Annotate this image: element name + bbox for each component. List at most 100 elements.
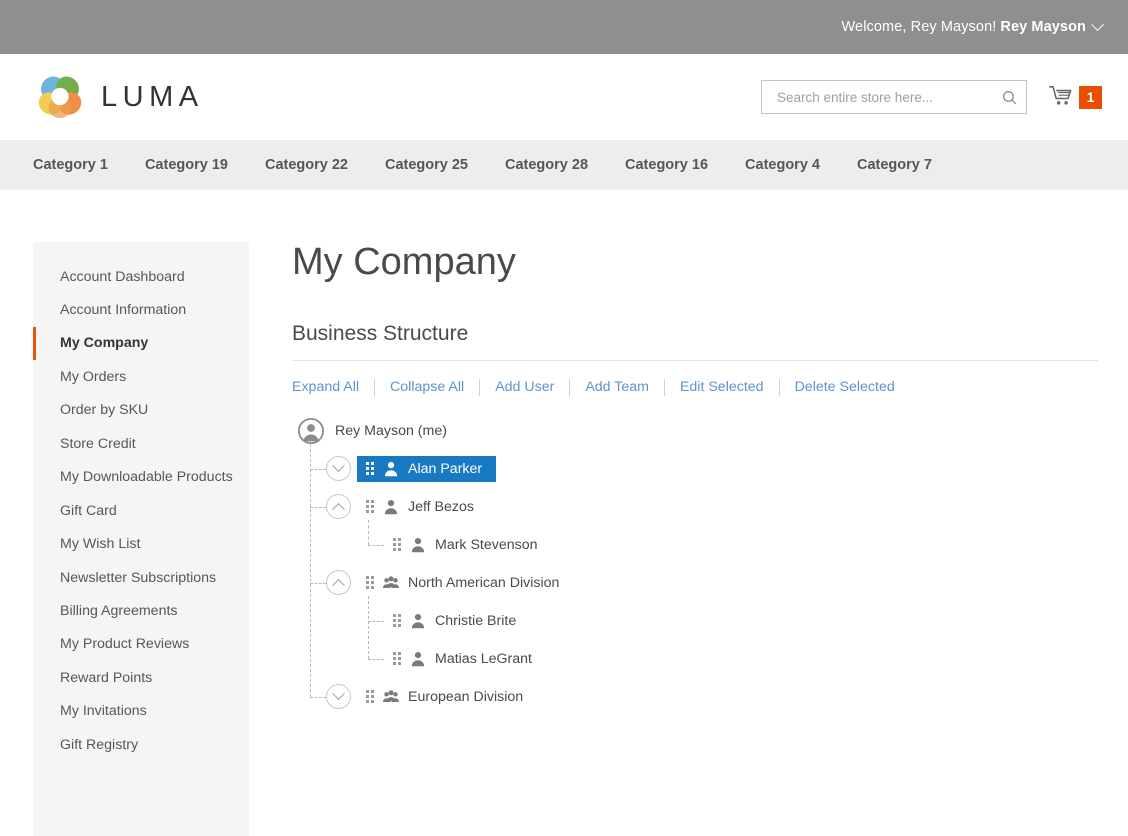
tree-node-label: North American Division <box>408 574 560 591</box>
sidebar-item[interactable]: My Product Reviews <box>33 628 249 661</box>
section-title: Business Structure <box>292 321 469 345</box>
luma-ring-logo-icon <box>38 76 82 119</box>
sidebar-item[interactable]: My Downloadable Products <box>33 461 249 494</box>
tree-node-row: North American Division <box>298 564 1098 602</box>
business-structure-tree: Rey Mayson (me) Alan Parker Jeff Bezos Mark… <box>298 412 1098 716</box>
sidebar-item[interactable]: My Company <box>33 326 249 361</box>
drag-handle-icon[interactable] <box>366 500 374 514</box>
tree-branch-line <box>310 506 326 508</box>
drag-handle-icon[interactable] <box>393 614 401 628</box>
tree-node-row: Christie Brite <box>298 602 1098 640</box>
tree-node-row: Mark Stevenson <box>298 526 1098 564</box>
logo-link[interactable]: LUMA <box>33 70 204 124</box>
account-sidebar: Account Dashboard Account Information My C… <box>33 242 249 836</box>
tree-node-label: Mark Stevenson <box>435 536 538 553</box>
drag-handle-icon[interactable] <box>366 462 374 476</box>
tree-toggle-up-icon[interactable] <box>326 494 351 520</box>
action-link[interactable]: Collapse All <box>390 379 464 395</box>
tree-node-label: Matias LeGrant <box>435 650 532 667</box>
tree-node-label: European Division <box>408 688 524 705</box>
tree-node[interactable]: Jeff Bezos <box>357 494 488 520</box>
tree-branch-line <box>310 582 326 584</box>
sidebar-item[interactable]: Billing Agreements <box>33 595 249 628</box>
sidebar-item[interactable]: Account Dashboard <box>33 260 249 293</box>
page-header: LUMA 1 <box>0 54 1128 140</box>
sidebar-item[interactable]: Newsletter Subscriptions <box>33 561 249 594</box>
tree-action-toolbar: Expand All Collapse All Add User Add Team Ed… <box>292 378 1098 396</box>
tree-node[interactable]: European Division <box>357 684 537 710</box>
welcome-greeting: Welcome, Rey Mayson! <box>841 19 997 35</box>
section-divider <box>292 359 1098 361</box>
page-body: Account Dashboard Account Information My C… <box>0 190 1128 836</box>
tree-trunk-line <box>310 443 311 697</box>
logo-text: LUMA <box>101 80 204 113</box>
sidebar-item[interactable]: Gift Card <box>33 494 249 527</box>
shopping-cart-icon <box>1049 86 1072 105</box>
tree-root-label: Rey Mayson (me) <box>335 422 447 439</box>
tree-toggle-down-icon[interactable] <box>326 684 351 710</box>
drag-handle-icon[interactable] <box>393 652 401 666</box>
tree-node-row: Matias LeGrant <box>298 640 1098 678</box>
action-separator <box>374 378 376 396</box>
nav-item[interactable]: Category 25 <box>385 157 468 173</box>
action-separator <box>569 378 571 396</box>
tree-node-label: Alan Parker <box>408 460 483 477</box>
tree-node[interactable]: North American Division <box>357 570 573 596</box>
nav-item[interactable]: Category 1 <box>33 157 108 173</box>
page-title: My Company <box>292 241 516 283</box>
tree-subtrunk-line <box>368 595 369 659</box>
tree-branch-line <box>368 544 384 546</box>
nav-item[interactable]: Category 4 <box>745 157 820 173</box>
sidebar-item[interactable]: My Wish List <box>33 528 249 561</box>
sidebar-item[interactable]: Order by SKU <box>33 394 249 427</box>
drag-handle-icon[interactable] <box>366 690 374 704</box>
action-separator <box>479 378 481 396</box>
action-link[interactable]: Add User <box>495 379 554 395</box>
nav-item[interactable]: Category 7 <box>857 157 932 173</box>
tree-node[interactable]: Christie Brite <box>384 608 530 634</box>
tree-toggle-up-icon[interactable] <box>326 570 351 596</box>
sidebar-item[interactable]: My Invitations <box>33 695 249 728</box>
nav-item[interactable]: Category 28 <box>505 157 588 173</box>
sidebar-item[interactable]: Store Credit <box>33 427 249 460</box>
tree-node[interactable]: Alan Parker <box>357 455 497 482</box>
nav-item[interactable]: Category 19 <box>145 157 228 173</box>
tree-subtrunk-line <box>368 519 369 545</box>
nav-item[interactable]: Category 16 <box>625 157 708 173</box>
sidebar-item[interactable]: Gift Registry <box>33 728 249 761</box>
tree-branch-line <box>310 468 326 470</box>
tree-node[interactable]: Mark Stevenson <box>384 532 552 558</box>
account-username: Rey Mayson <box>1000 19 1086 35</box>
tree-branch-line <box>368 620 384 622</box>
main-navigation: Category 1 Category 19 Category 22 Category… <box>0 140 1128 190</box>
tree-node-label: Jeff Bezos <box>408 498 474 515</box>
action-link[interactable]: Expand All <box>292 379 359 395</box>
welcome-account-menu[interactable]: Welcome, Rey Mayson! Rey Mayson <box>841 17 1104 35</box>
drag-handle-icon[interactable] <box>393 538 401 552</box>
tree-branch-line <box>368 658 384 660</box>
sidebar-item[interactable]: Account Information <box>33 293 249 326</box>
action-link[interactable]: Delete Selected <box>795 379 895 395</box>
search-input[interactable] <box>775 88 1001 106</box>
user-avatar-icon <box>298 417 324 444</box>
sidebar-item[interactable]: My Orders <box>33 360 249 393</box>
nav-item[interactable]: Category 22 <box>265 157 348 173</box>
drag-handle-icon[interactable] <box>366 576 374 590</box>
cart-count-badge: 1 <box>1079 85 1102 109</box>
header-right-tools: 1 <box>761 80 1102 114</box>
tree-toggle-down-icon[interactable] <box>326 456 351 482</box>
sidebar-item[interactable]: Reward Points <box>33 661 249 694</box>
search-box[interactable] <box>761 80 1027 114</box>
search-icon[interactable] <box>1001 89 1018 106</box>
chevron-down-icon <box>1091 17 1104 31</box>
tree-branch-line <box>310 696 326 698</box>
main-content: My Company Business Structure Expand All… <box>249 241 1128 836</box>
tree-node[interactable]: Matias LeGrant <box>384 646 546 672</box>
cart-link[interactable]: 1 <box>1049 85 1102 109</box>
tree-node-row: Alan Parker <box>298 450 1098 488</box>
tree-node-label: Christie Brite <box>435 612 517 629</box>
action-link[interactable]: Edit Selected <box>680 379 764 395</box>
action-separator <box>663 378 665 396</box>
action-link[interactable]: Add Team <box>585 379 649 395</box>
tree-node-row: Jeff Bezos <box>298 488 1098 526</box>
